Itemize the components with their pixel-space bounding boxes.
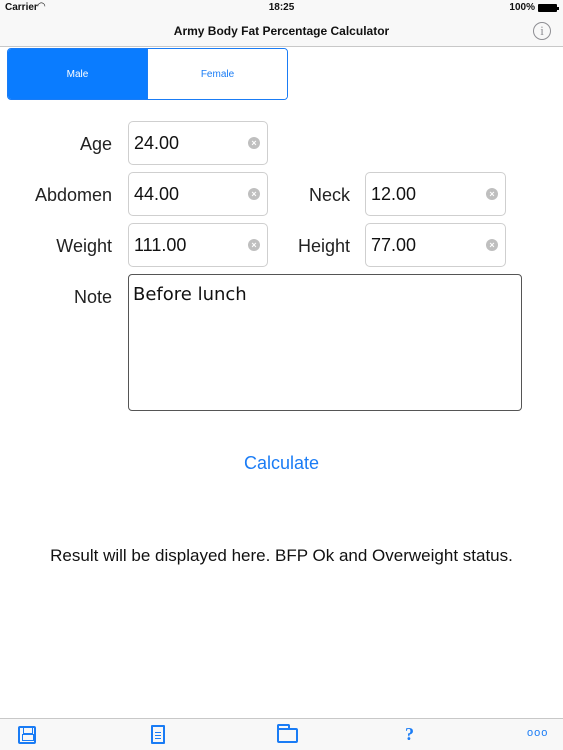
clear-abdomen-icon[interactable]: × <box>248 188 260 200</box>
clear-neck-icon[interactable]: × <box>486 188 498 200</box>
height-value: 77.00 <box>371 235 417 255</box>
gender-segmented-control: Male Female <box>7 48 288 100</box>
note-value: Before lunch <box>133 284 247 305</box>
abdomen-label: Abdomen <box>34 185 112 205</box>
save-icon[interactable] <box>18 726 36 744</box>
abdomen-field[interactable]: 44.00 × <box>128 172 268 216</box>
info-icon[interactable]: i <box>533 22 551 40</box>
height-field[interactable]: 77.00 × <box>365 223 506 267</box>
note-textarea[interactable]: Before lunch <box>128 274 522 411</box>
page-title: Army Body Fat Percentage Calculator <box>173 24 390 38</box>
clear-age-icon[interactable]: × <box>248 137 260 149</box>
height-label: Height <box>297 236 350 256</box>
segment-male[interactable]: Male <box>8 49 147 99</box>
neck-label: Neck <box>308 185 350 205</box>
note-label: Note <box>73 287 112 307</box>
age-value: 24.00 <box>134 133 180 153</box>
folder-icon[interactable] <box>277 724 298 743</box>
battery-percentage: 100% <box>509 2 535 13</box>
age-field[interactable]: 24.00 × <box>128 121 268 165</box>
neck-field[interactable]: 12.00 × <box>365 172 506 216</box>
clear-weight-icon[interactable]: × <box>248 239 260 251</box>
battery-icon <box>538 4 559 12</box>
help-icon[interactable]: ? <box>405 724 414 745</box>
clear-height-icon[interactable]: × <box>486 239 498 251</box>
weight-field[interactable]: 111.00 × <box>128 223 268 267</box>
status-bar: Carrier ◠ 18:25 100% <box>0 0 563 16</box>
weight-label: Weight <box>56 236 112 256</box>
more-icon[interactable]: ooo <box>527 727 548 739</box>
bottom-toolbar: ? ooo <box>0 718 563 750</box>
age-label: Age <box>79 134 112 154</box>
result-text: Result will be displayed here. BFP Ok an… <box>50 546 513 565</box>
calculate-button[interactable]: Calculate <box>0 453 563 474</box>
status-time: 18:25 <box>268 2 295 13</box>
segment-female[interactable]: Female <box>147 49 287 99</box>
navigation-bar: Army Body Fat Percentage Calculator i <box>0 16 563 47</box>
document-icon[interactable] <box>151 725 165 744</box>
abdomen-value: 44.00 <box>134 184 180 204</box>
weight-value: 111.00 <box>134 235 187 255</box>
neck-value: 12.00 <box>371 184 417 204</box>
